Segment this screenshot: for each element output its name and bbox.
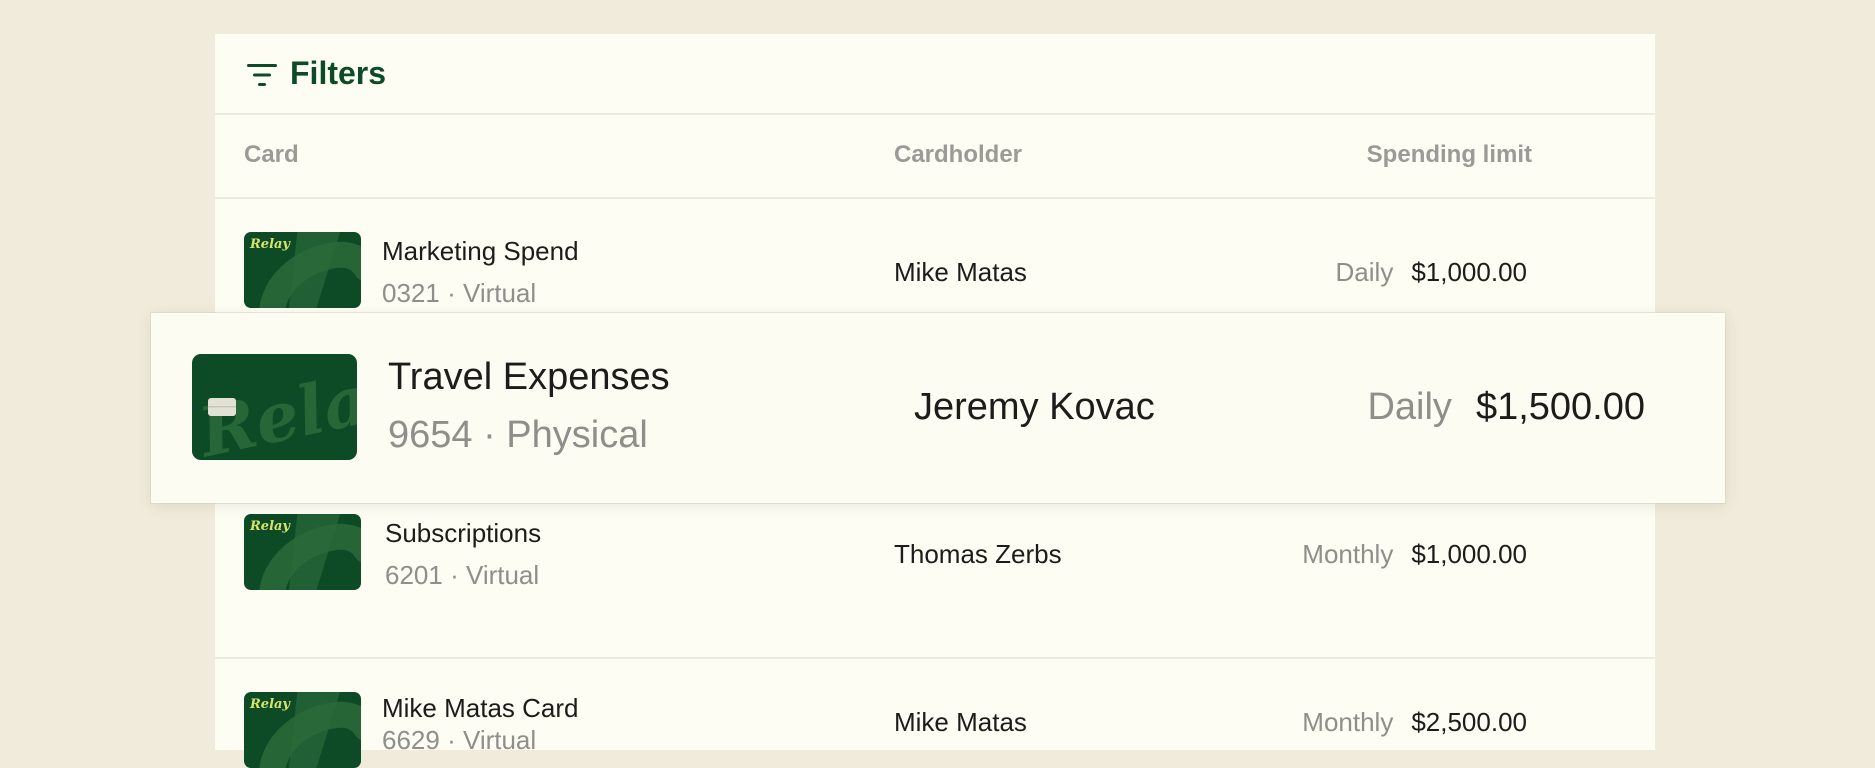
column-header-cardholder[interactable]: Cardholder (894, 143, 1022, 167)
card-number-type: 6201 · Virtual (385, 560, 540, 590)
card-number-type: 0321 · Virtual (382, 278, 537, 308)
limit-period: Monthly (1302, 707, 1394, 737)
filter-icon[interactable] (247, 63, 277, 87)
card-name: Mike Matas Card (382, 693, 579, 723)
column-header-card[interactable]: Card (244, 143, 299, 167)
filters-button[interactable]: Filters (290, 57, 386, 89)
limit-amount: $1,500.00 (1475, 386, 1645, 428)
limit-amount: $1,000.00 (1411, 257, 1527, 287)
table-row[interactable]: Relay Mike Matas Card 6629 · Virtual Mik… (215, 659, 1655, 768)
card-image: Relay (244, 514, 361, 590)
card-number-type: 6629 · Virtual (382, 725, 537, 755)
card-name: Subscriptions (385, 518, 542, 548)
spending-limit: Daily $1,000.00 (1336, 259, 1527, 285)
filters-bar: Filters (215, 34, 1655, 115)
limit-amount: $1,000.00 (1411, 539, 1527, 569)
spending-limit: Monthly $2,500.00 (1302, 709, 1527, 735)
card-name: Marketing Spend (382, 236, 579, 266)
relay-logo: Relay (250, 697, 290, 712)
limit-amount: $2,500.00 (1411, 707, 1527, 737)
column-header-spending-limit[interactable]: Spending limit (1367, 143, 1532, 167)
relay-logo: Relay (250, 237, 290, 252)
table-row[interactable]: Relay Subscriptions 6201 · Virtual Thoma… (215, 503, 1655, 659)
table-row-highlighted[interactable]: Relay Travel Expenses 9654 · Physical Je… (151, 313, 1725, 503)
card-image-physical: Relay (192, 354, 357, 460)
relay-logo: Relay (250, 519, 290, 534)
card-number-type: 9654 · Physical (388, 414, 648, 456)
limit-period: Daily (1367, 386, 1452, 428)
spending-limit: Monthly $1,000.00 (1302, 541, 1527, 567)
cardholder-name: Mike Matas (894, 257, 1027, 287)
card-image: Relay (244, 232, 361, 308)
table-header: Card Cardholder Spending limit (215, 115, 1655, 199)
limit-period: Monthly (1302, 539, 1394, 569)
cardholder-name: Thomas Zerbs (894, 539, 1062, 569)
card-name: Travel Expenses (388, 356, 670, 398)
limit-period: Daily (1335, 257, 1394, 287)
cardholder-name: Jeremy Kovac (914, 386, 1155, 428)
cardholder-name: Mike Matas (894, 707, 1027, 737)
spending-limit: Daily $1,500.00 (1367, 388, 1645, 426)
card-image: Relay (244, 692, 361, 768)
